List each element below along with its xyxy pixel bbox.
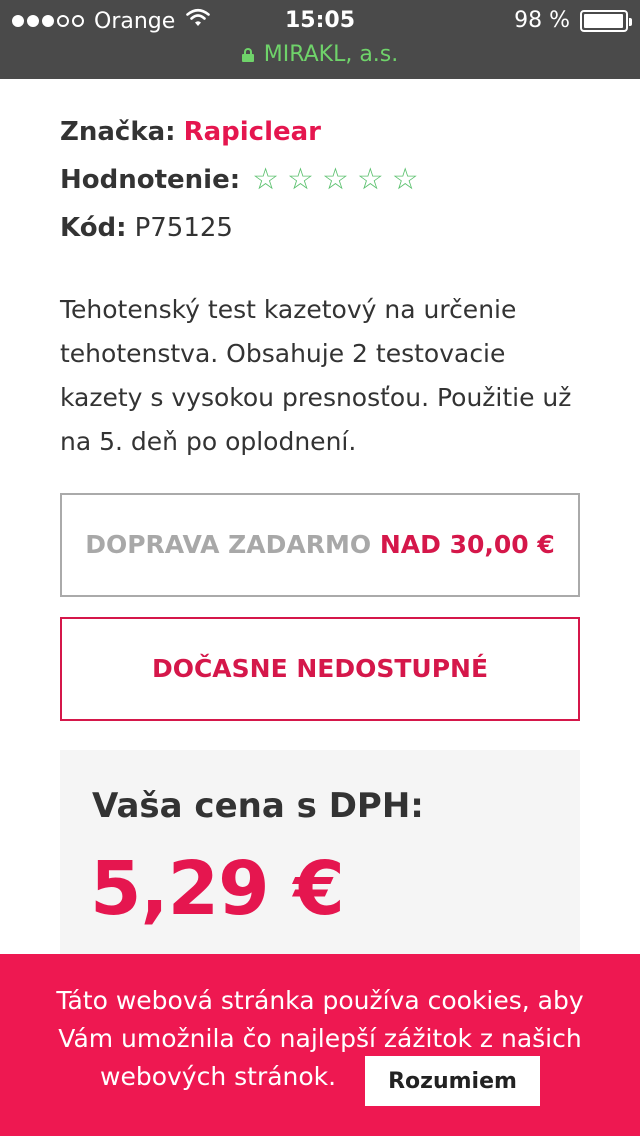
- star-icon[interactable]: ☆: [392, 165, 419, 195]
- cookie-line: Vám umožnila čo najlepší zážitok z našic…: [58, 1024, 582, 1053]
- product-details: Značka: Rapiclear Hodnotenie: ☆ ☆ ☆ ☆ ☆ Kód:…: [60, 108, 580, 464]
- free-shipping-text: DOPRAVA ZADARMO: [85, 530, 372, 559]
- cookie-banner: Táto webová stránka používa cookies, aby…: [0, 954, 640, 1136]
- brand-label: Značka:: [60, 117, 176, 147]
- battery-fill: [584, 13, 624, 28]
- star-icon[interactable]: ☆: [252, 165, 279, 195]
- cookie-accept-button[interactable]: Rozumiem: [365, 1056, 540, 1106]
- battery-icon: [580, 9, 632, 32]
- cookie-line: Táto webová stránka používa cookies, aby: [56, 986, 584, 1015]
- brand-link[interactable]: Rapiclear: [184, 108, 321, 156]
- code-value: P75125: [134, 213, 233, 243]
- battery-percentage: 98 %: [514, 8, 570, 33]
- code-label: Kód:: [60, 213, 127, 243]
- free-shipping-box: DOPRAVA ZADARMO NAD 30,00 €: [60, 493, 580, 597]
- price-value: 5,29 €: [90, 846, 345, 932]
- product-description: Tehotenský test kazetový na určenie teho…: [60, 295, 572, 456]
- price-label: Vaša cena s DPH:: [92, 786, 424, 826]
- code-row: Kód: P75125: [60, 204, 580, 252]
- rating-label: Hodnotenie:: [60, 165, 241, 195]
- site-name: MIRAKL, a.s.: [263, 42, 399, 67]
- star-icon[interactable]: ☆: [287, 165, 314, 195]
- brand-row: Značka: Rapiclear: [60, 108, 580, 156]
- rating-row: Hodnotenie: ☆ ☆ ☆ ☆ ☆: [60, 156, 580, 204]
- site-url[interactable]: MIRAKL, a.s.: [0, 42, 640, 67]
- battery-info: 98 %: [514, 8, 632, 33]
- free-shipping-threshold: NAD 30,00 €: [379, 530, 555, 559]
- star-icon[interactable]: ☆: [357, 165, 384, 195]
- price-box: Vaša cena s DPH: 5,29 €: [60, 750, 580, 970]
- rating-stars[interactable]: ☆ ☆ ☆ ☆ ☆: [252, 165, 419, 195]
- status-bar: Orange 15:05 98 % MIRAKL, a.s.: [0, 0, 640, 79]
- lock-icon: [241, 47, 254, 62]
- star-icon[interactable]: ☆: [322, 165, 349, 195]
- unavailable-button[interactable]: DOČASNE NEDOSTUPNÉ: [60, 617, 580, 721]
